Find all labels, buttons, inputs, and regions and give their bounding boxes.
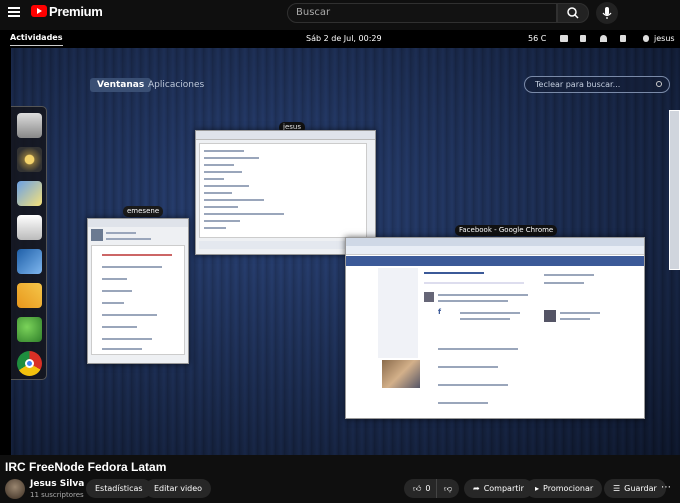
share-button[interactable]: ➦ Compartir [464,479,533,498]
menu-icon[interactable] [8,7,20,17]
volume-icon[interactable] [580,35,586,42]
save-button[interactable]: ☰ Guardar [604,479,666,498]
workspace-thumbnail[interactable] [669,110,680,270]
panel-clock[interactable]: Sáb 2 de Jul, 00:29 [306,30,382,47]
document-viewer-icon[interactable] [17,215,42,240]
emesene-window-caption: emesene [123,206,164,217]
video-title: IRC FreeNode Fedora Latam [5,460,167,474]
share-icon: ➦ [473,484,480,493]
voice-search-button[interactable] [596,2,618,24]
megaphone-icon: ▸ [535,484,540,493]
overview-search-input[interactable]: Teclear para buscar... [524,76,670,93]
tab-applications[interactable]: Aplicaciones [148,79,204,91]
chat-emoticon-bar [199,241,367,249]
panel-temperature: 56 C [528,34,547,43]
channel-subscribers: 11 suscriptores [30,491,84,499]
promote-button[interactable]: ▸ Promocionar [526,479,603,498]
like-button[interactable]: 👍︎ 0 [404,479,437,498]
thumbs-down-icon: 👎︎ [444,484,453,493]
save-label: Guardar [624,484,657,493]
thumbs-up-icon: 👍︎ [413,484,422,493]
activities-button[interactable]: Actividades [10,30,63,46]
save-playlist-icon: ☰ [613,484,621,493]
search-input[interactable]: Buscar [287,3,557,23]
chat-log [199,143,367,238]
edit-video-button[interactable]: Editar video [145,479,212,498]
rhythmbox-icon[interactable] [17,147,42,172]
facebook-right-column [544,270,604,350]
photos-icon[interactable] [17,181,42,206]
facebook-news-feed: f [424,268,536,418]
emesene-avatar [91,229,103,241]
chrome-tabstrip [346,238,644,246]
channel-name[interactable]: Jesus Silva [30,479,84,489]
search-icon [656,81,662,87]
folder-icon[interactable] [560,35,568,42]
dash-dock [10,106,47,380]
battery-icon[interactable] [620,35,626,42]
gnome-top-panel: Actividades Sáb 2 de Jul, 00:29 56 C jes… [0,30,680,47]
channel-avatar[interactable] [5,479,25,499]
youtube-header: Premium Buscar [0,0,680,28]
like-count: 0 [425,484,431,493]
emesene-menubar [88,219,188,227]
xchat-icon[interactable] [17,283,42,308]
microphone-icon [602,7,612,19]
overview-search-placeholder: Teclear para buscar... [535,80,621,89]
search-icon [567,7,579,19]
emesene-window[interactable] [87,218,189,364]
statistics-button[interactable]: Estadísticas [86,479,152,498]
chrome-center [25,359,34,368]
facebook-left-nav [378,268,418,358]
facebook-photos [382,360,420,388]
gnome-overview: Ventanas Aplicaciones Teclear para busca… [5,48,680,455]
emesene-icon[interactable] [17,317,42,342]
chrome-address-bar[interactable] [346,246,644,255]
settings-icon[interactable] [17,113,42,138]
suggestion-photo [544,310,556,322]
panel-user-name[interactable]: jesus [654,30,675,47]
user-icon [643,35,649,42]
video-player[interactable]: Actividades Sáb 2 de Jul, 00:29 56 C jes… [0,30,680,455]
wifi-icon[interactable] [600,35,607,42]
post-avatar [424,292,434,302]
chrome-icon[interactable] [17,351,42,376]
facebook-window-caption: Facebook - Google Chrome [455,225,558,236]
chat-toolbar [196,131,375,140]
youtube-brand[interactable]: Premium [49,4,103,19]
dislike-button[interactable]: 👎︎ [436,479,460,498]
search-button[interactable] [557,3,589,23]
promote-label: Promocionar [543,484,594,493]
facebook-topbar [346,256,644,266]
virtualbox-icon[interactable] [17,249,42,274]
contact-list[interactable] [91,245,185,355]
facebook-window[interactable]: f [345,237,645,419]
more-actions-icon[interactable]: ⋯ [661,482,671,493]
tab-windows[interactable]: Ventanas [90,78,152,92]
fedora-logo: f [438,308,442,316]
share-label: Compartir [483,484,524,493]
youtube-logo-icon[interactable] [31,5,47,17]
